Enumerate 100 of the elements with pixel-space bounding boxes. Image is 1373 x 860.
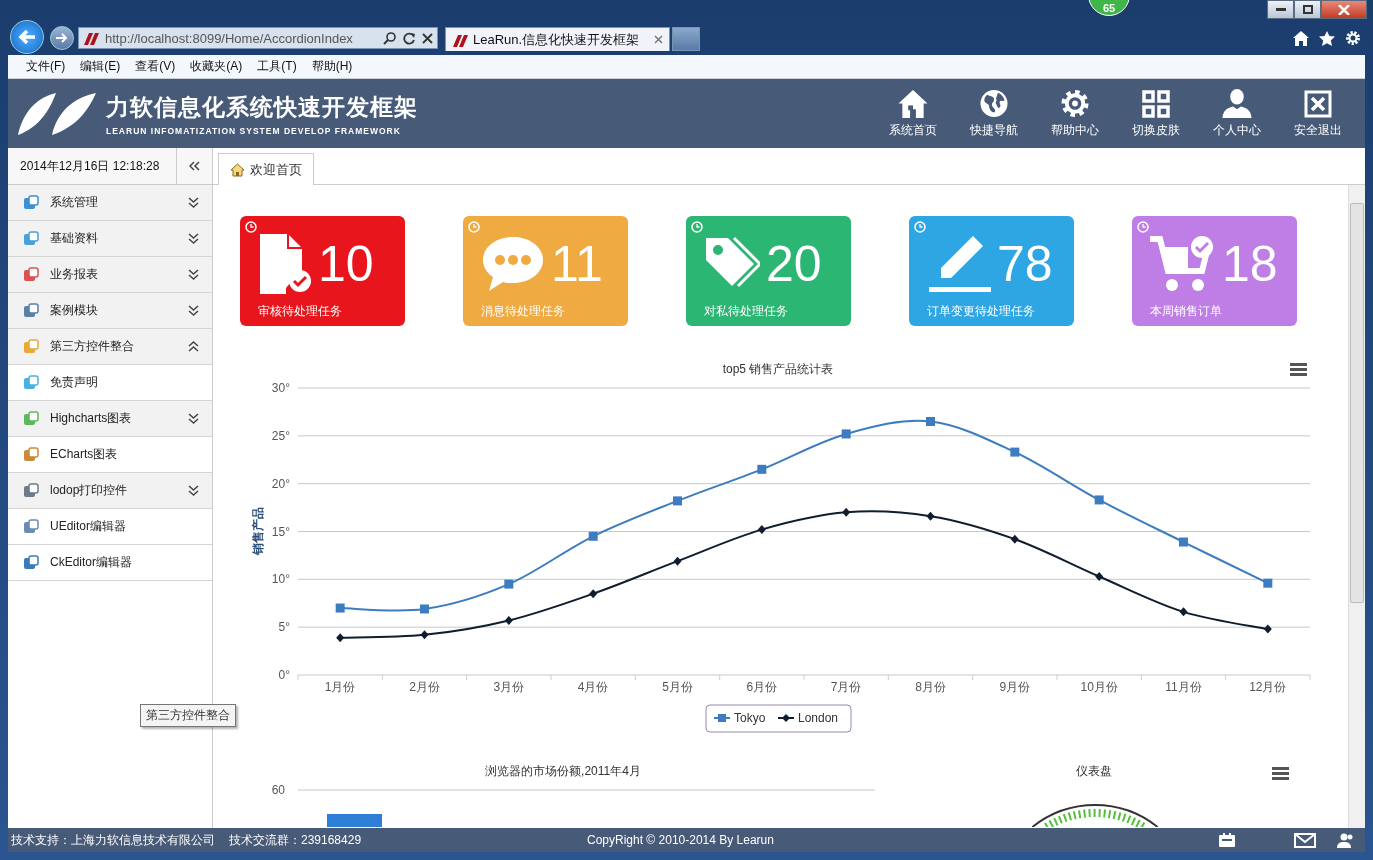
logo-icon <box>83 31 99 45</box>
nav-link[interactable]: 切换皮肤 <box>1115 88 1196 139</box>
nav-link[interactable]: 安全退出 <box>1277 88 1358 139</box>
data-marker <box>588 531 598 541</box>
stat-label: 消息待处理任务 <box>481 303 566 320</box>
stat-value: 78 <box>997 238 1053 289</box>
axis-label: 3月份 <box>493 680 525 694</box>
menu-item[interactable]: 帮助(H) <box>305 56 359 77</box>
date-time: 2014年12月16日 12:18:28 <box>19 157 161 175</box>
forward-arrow-icon <box>55 32 69 44</box>
close-icon[interactable] <box>422 32 433 44</box>
contact-text: 技术交流群：239168429 <box>229 831 362 849</box>
logo-icon <box>18 92 96 135</box>
chart-title: top5 销售产品统计表 <box>722 362 834 376</box>
close-icon <box>1338 4 1350 15</box>
data-marker <box>673 496 682 506</box>
data-marker <box>842 507 851 517</box>
mail-icon[interactable] <box>1294 832 1316 848</box>
axis-label: 8月份 <box>915 680 946 694</box>
axis-label: 5° <box>278 620 290 635</box>
axis-label: 10月份 <box>1080 680 1118 694</box>
copyright-text: CopyRight © 2010-2014 By Learun <box>587 833 774 847</box>
minimize-icon <box>1275 7 1286 12</box>
app-subtitle: LEARUN INFOMATIZATION SYSTEM DEVELOP FRAMEWORK <box>106 125 402 136</box>
grid-icon <box>1141 89 1170 118</box>
stat-label: 订单变更待处理任务 <box>927 303 1036 320</box>
menu-item[interactable]: 编辑(E) <box>74 56 127 77</box>
browser-tab[interactable]: LeaRun.信息化快速开发框架 <box>445 27 670 51</box>
close-button[interactable] <box>1321 0 1367 19</box>
address-bar[interactable]: http://localhost:8099/Home/AccordionIndex <box>78 27 438 49</box>
stat-value: 18 <box>1222 238 1278 289</box>
count-badge: 65 <box>1088 0 1130 16</box>
sidebar-item[interactable]: Highcharts图表 <box>8 401 212 437</box>
home-icon[interactable] <box>1293 30 1309 46</box>
page-tab[interactable]: 欢迎首页 <box>218 153 314 185</box>
settings-icon <box>1059 88 1090 118</box>
menu-icon[interactable] <box>1272 767 1289 780</box>
axis-label: 12月份 <box>1249 680 1287 694</box>
data-marker <box>926 417 935 426</box>
menu-icon[interactable] <box>1290 363 1307 376</box>
nav-link[interactable]: 帮助中心 <box>1034 88 1115 139</box>
data-marker <box>1010 534 1019 544</box>
data-marker <box>1095 571 1104 581</box>
sidebar-item[interactable]: 系统管理 <box>8 185 212 221</box>
home-icon <box>230 162 245 177</box>
chart-title: 浏览器的市场份额,2011年4月 <box>485 764 641 778</box>
data-marker <box>841 429 851 439</box>
sidebar-item[interactable]: 第三方控件整合 <box>8 329 212 365</box>
axis-label: 11月份 <box>1165 680 1202 694</box>
axis-label: 20° <box>271 476 290 491</box>
minimize-button[interactable] <box>1267 0 1294 19</box>
clock-icon <box>691 221 703 233</box>
scrollbar[interactable] <box>1348 185 1365 828</box>
data-marker <box>589 589 598 599</box>
sidebar-item[interactable]: 案例模块 <box>8 293 212 329</box>
menu-item[interactable]: 收藏夹(A) <box>184 56 249 77</box>
data-marker <box>336 633 345 643</box>
users-icon[interactable] <box>1337 832 1355 848</box>
settings-icon[interactable] <box>1345 30 1361 46</box>
refresh-icon[interactable] <box>403 31 416 45</box>
nav-link[interactable]: 系统首页 <box>872 88 953 139</box>
maximize-button[interactable] <box>1294 0 1321 19</box>
double-chevron-left-icon <box>189 161 200 171</box>
data-marker <box>757 525 766 535</box>
speech-bubble-icon <box>481 234 545 293</box>
stat-card[interactable]: 10 审核待处理任务 <box>240 216 405 326</box>
axis-label: 30° <box>271 381 290 395</box>
axis-title: 销售产品 <box>251 507 265 555</box>
sidebar-item[interactable]: 基础资料 <box>8 221 212 257</box>
stat-value: 10 <box>318 238 374 289</box>
axis-label: 1月份 <box>324 680 356 694</box>
chart-title: 仪表盘 <box>1076 764 1112 778</box>
legend-item[interactable]: Tokyo <box>734 711 766 725</box>
data-marker <box>757 464 767 474</box>
legend-item[interactable]: London <box>798 711 839 725</box>
axis-label: 25° <box>271 428 290 443</box>
axis-label: 7月份 <box>830 680 862 694</box>
search-icon[interactable] <box>383 31 397 45</box>
nav-link[interactable]: 快捷导航 <box>953 88 1034 139</box>
stat-value: 11 <box>551 238 603 289</box>
data-marker <box>1094 495 1104 505</box>
sidebar-item[interactable]: lodop打印控件 <box>8 473 212 509</box>
menu-item[interactable]: 查看(V) <box>129 56 182 77</box>
menu-item[interactable]: 文件(F) <box>20 56 72 77</box>
sidebar-item[interactable]: 业务报表 <box>8 257 212 293</box>
nav-link[interactable]: 个人中心 <box>1196 88 1277 139</box>
star-icon[interactable] <box>1319 30 1335 46</box>
globe-icon <box>978 88 1009 118</box>
stat-label: 对私待处理任务 <box>704 303 789 320</box>
menu-item[interactable]: 工具(T) <box>251 56 303 77</box>
stat-label: 审核待处理任务 <box>258 303 343 320</box>
id-card-icon[interactable] <box>1219 833 1235 847</box>
data-marker <box>1010 447 1020 457</box>
pencil-icon <box>927 233 991 294</box>
forward-button[interactable] <box>50 26 74 50</box>
back-button[interactable] <box>10 20 44 54</box>
data-marker <box>504 615 513 625</box>
logo-icon <box>452 32 468 47</box>
clock-icon <box>245 221 257 233</box>
cart-icon <box>1150 234 1216 293</box>
